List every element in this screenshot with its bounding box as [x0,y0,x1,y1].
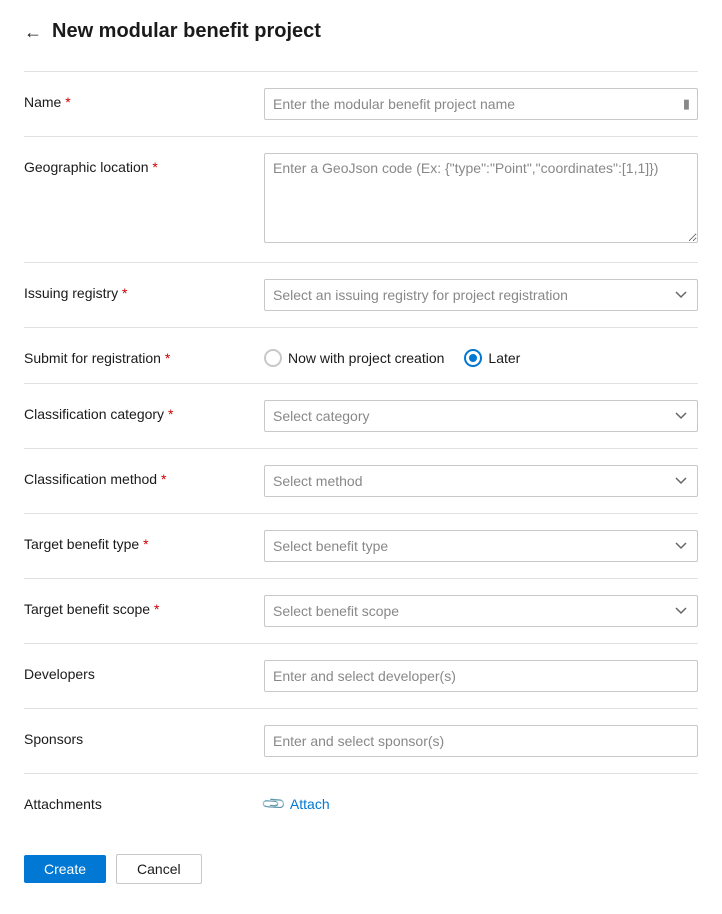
geographic-control [264,153,698,246]
classification-method-select[interactable]: Select method [264,465,698,497]
classification-category-required: * [168,406,173,422]
target-benefit-scope-select[interactable]: Select benefit scope [264,595,698,627]
submit-registration-label: Submit for registration * [24,344,264,366]
classification-category-row: Classification category * Select categor… [24,384,698,449]
developers-row: Developers [24,644,698,709]
target-benefit-type-label: Target benefit type * [24,530,264,552]
classification-method-required: * [161,471,166,487]
geographic-location-row: Geographic location * [24,137,698,263]
developers-input[interactable] [264,660,698,692]
name-row: Name * ▮ [24,72,698,137]
submit-registration-control: Now with project creation Later [264,344,698,367]
developers-label: Developers [24,660,264,682]
target-benefit-scope-required: * [154,601,159,617]
name-control: ▮ [264,88,698,120]
geographic-location-label: Geographic location * [24,153,264,175]
sponsors-label: Sponsors [24,725,264,747]
issuing-registry-control: Select an issuing registry for project r… [264,279,698,311]
attach-row: 📎 Attach [264,790,698,814]
radio-now-circle [264,349,282,367]
target-benefit-scope-row: Target benefit scope * Select benefit sc… [24,579,698,644]
radio-now[interactable]: Now with project creation [264,349,444,367]
classification-method-row: Classification method * Select method [24,449,698,514]
page-title: New modular benefit project [52,20,321,43]
classification-method-label: Classification method * [24,465,264,487]
submit-required: * [165,350,170,366]
geographic-required: * [152,159,157,175]
radio-now-label: Now with project creation [288,350,444,366]
cancel-button[interactable]: Cancel [116,854,202,884]
sponsors-input[interactable] [264,725,698,757]
issuing-registry-label: Issuing registry * [24,279,264,301]
sponsors-row: Sponsors [24,709,698,774]
classification-category-control: Select category [264,400,698,432]
target-benefit-type-select[interactable]: Select benefit type [264,530,698,562]
attach-icon: 📎 [260,790,288,818]
radio-later[interactable]: Later [464,349,520,367]
attachments-label: Attachments [24,790,264,812]
classification-category-label: Classification category * [24,400,264,422]
action-row: Create Cancel [24,830,698,884]
issuing-registry-select[interactable]: Select an issuing registry for project r… [264,279,698,311]
sponsors-control [264,725,698,757]
classification-method-control: Select method [264,465,698,497]
name-required: * [65,94,70,110]
radio-group: Now with project creation Later [264,344,698,367]
developers-control [264,660,698,692]
submit-registration-row: Submit for registration * Now with proje… [24,328,698,384]
form: Name * ▮ Geographic location * [24,71,698,830]
attach-button[interactable]: Attach [290,796,330,812]
radio-later-circle [464,349,482,367]
target-benefit-type-required: * [143,536,148,552]
create-button[interactable]: Create [24,855,106,883]
classification-category-select[interactable]: Select category [264,400,698,432]
target-benefit-scope-control: Select benefit scope [264,595,698,627]
back-button[interactable]: ← [24,23,42,41]
radio-later-label: Later [488,350,520,366]
target-benefit-type-control: Select benefit type [264,530,698,562]
name-input[interactable] [264,88,698,120]
attachments-control: 📎 Attach [264,790,698,814]
name-label: Name * [24,88,264,110]
issuing-required: * [122,285,127,301]
geographic-location-input[interactable] [264,153,698,243]
target-benefit-scope-label: Target benefit scope * [24,595,264,617]
name-icon: ▮ [683,96,690,112]
attachments-row: Attachments 📎 Attach [24,774,698,830]
issuing-registry-row: Issuing registry * Select an issuing reg… [24,263,698,328]
target-benefit-type-row: Target benefit type * Select benefit typ… [24,514,698,579]
